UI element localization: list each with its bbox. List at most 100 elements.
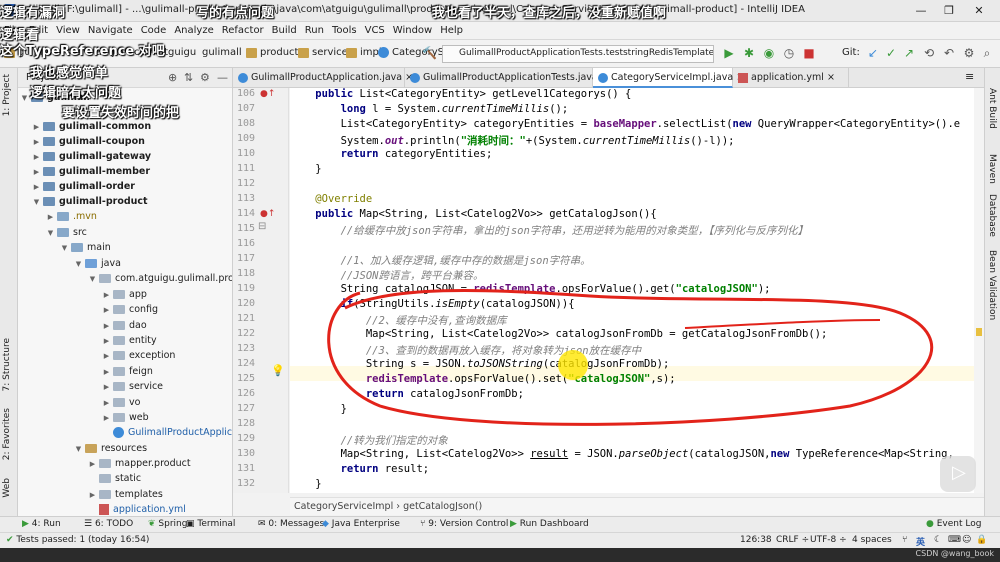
menu-view[interactable]: View (56, 25, 80, 36)
close-button[interactable]: ✕ (966, 3, 992, 19)
video-play-button[interactable]: ▷ (940, 456, 976, 492)
vcs-commit-icon[interactable]: ✓ (884, 46, 898, 60)
crumb-atguigu[interactable]: atguigu (158, 47, 196, 58)
crumb-gulimall[interactable]: gulimall (4, 47, 58, 58)
menu-vcs[interactable]: VCS (365, 25, 385, 36)
tree-item[interactable]: ▼ main (60, 240, 111, 255)
menu-tools[interactable]: Tools (332, 25, 357, 36)
coverage-icon[interactable]: ◉ (762, 46, 776, 60)
menu-help[interactable]: Help (440, 25, 463, 36)
locate-icon[interactable]: ⊕ (168, 71, 177, 84)
version-control-tool-button[interactable]: ⑂ 9: Version Control (420, 519, 508, 529)
settings-icon[interactable]: ⚙ (962, 46, 976, 60)
menu-edit[interactable]: Edit (29, 25, 48, 36)
run-configuration-select[interactable]: GulimallProductApplicationTests.teststri… (442, 45, 714, 63)
event-log-tool-button[interactable]: ● Event Log (926, 519, 981, 529)
crumb-product[interactable]: product (246, 47, 298, 58)
tree-item[interactable]: ▶ app (102, 287, 147, 302)
menu-refactor[interactable]: Refactor (222, 25, 264, 36)
tree-item[interactable]: ▶ config (102, 302, 158, 317)
cursor-position[interactable]: 126:38 (740, 535, 772, 545)
code-editor[interactable]: public List<CategoryEntity> getLevel1Cat… (290, 88, 984, 493)
java-enterprise-tool-button[interactable]: ◆ Java Enterprise (322, 519, 400, 529)
project-header-label[interactable]: Project (26, 72, 59, 83)
vcs-push-icon[interactable]: ↗ (902, 46, 916, 60)
tree-item[interactable]: application.yml (99, 502, 186, 516)
tree-item[interactable]: ▶ gulimall-gateway (32, 149, 151, 164)
hide-icon[interactable]: — (217, 71, 228, 84)
tree-item[interactable]: ▼ gulimall-product (32, 194, 148, 209)
tree-item[interactable]: static (99, 471, 141, 486)
run-icon[interactable]: ▶ (722, 46, 736, 60)
tree-item[interactable]: GulimallProductApplicati (113, 425, 232, 440)
database-tool-tab[interactable]: Database (987, 194, 997, 237)
editor-breadcrumb[interactable]: CategoryServiceImpl › getCatalogJson() (290, 497, 984, 515)
menu-analyze[interactable]: Analyze (174, 25, 213, 36)
tree-item[interactable]: ▼ src (46, 225, 87, 240)
tab-gulimall-product-application-tests[interactable]: GulimallProductApplicationTests.java × (405, 68, 609, 88)
tree-item[interactable]: ▶ vo (102, 395, 141, 410)
debug-icon[interactable]: ✱ (742, 46, 756, 60)
todo-tool-button[interactable]: ☰ 6: TODO (84, 519, 133, 529)
menu-window[interactable]: Window (393, 25, 432, 36)
tree-item[interactable]: ▶ mapper.product (88, 456, 191, 471)
undo-icon[interactable]: ↶ (942, 46, 956, 60)
crumb-main[interactable]: main (86, 47, 111, 58)
bean-validation-tool-tab[interactable]: Bean Validation (987, 250, 997, 320)
tab-gulimall-product-application[interactable]: GulimallProductApplication.java × (233, 68, 413, 88)
crumb-impl[interactable]: impl (346, 47, 382, 58)
tree-item[interactable]: ▼ resources (74, 441, 147, 456)
tab-category-service-impl[interactable]: CategoryServiceImpl.java × (593, 68, 744, 88)
tree-item[interactable]: ▶ entity (102, 333, 157, 348)
stop-icon[interactable]: ■ (802, 46, 816, 60)
tree-item[interactable]: ▶ gulimall-order (32, 179, 135, 194)
maximize-button[interactable]: ❐ (936, 3, 962, 19)
gear-icon[interactable]: ⚙ (200, 71, 210, 84)
run-dashboard-tool-button[interactable]: ▶ Run Dashboard (510, 519, 589, 529)
tree-item[interactable]: ▶ feign (102, 364, 153, 379)
menu-code[interactable]: Code (141, 25, 167, 36)
tree-item[interactable]: ▶ gulimall-coupon (32, 134, 145, 149)
tree-item[interactable]: ▶ web (102, 410, 149, 425)
ant-build-tool-tab[interactable]: Ant Build (987, 88, 997, 129)
menu-file[interactable]: File (4, 25, 21, 36)
favorites-tool-tab[interactable]: 2: Favorites (2, 408, 12, 460)
project-tool-tab[interactable]: 1: Project (2, 74, 12, 116)
tree-item[interactable]: ▶ templates (88, 487, 163, 502)
vcs-update-icon[interactable]: ↙ (866, 46, 880, 60)
web-tool-tab[interactable]: Web (2, 478, 12, 498)
tree-item[interactable]: ▼ gulimall (20, 90, 90, 105)
tree-item[interactable]: ▶ .mvn (46, 209, 97, 224)
spring-tool-button[interactable]: ❦ Spring (148, 519, 187, 529)
crumb-java[interactable]: java (112, 47, 133, 58)
crumb-src[interactable]: src (66, 47, 81, 58)
override-marker-icon[interactable]: ●↑ (260, 89, 275, 99)
tree-item[interactable]: ▼ java (74, 256, 121, 271)
editor-scrollbar[interactable] (974, 88, 984, 493)
git-status-icon[interactable]: ⑂ (902, 535, 907, 545)
lightbulb-icon[interactable]: 💡 (271, 364, 285, 377)
crumb-service[interactable]: service (298, 47, 348, 58)
tree-item[interactable]: ▶ gulimall-common (32, 119, 151, 134)
tree-item[interactable]: ▶ service (102, 379, 163, 394)
terminal-tool-button[interactable]: ▣ Terminal (186, 519, 235, 529)
menu-navigate[interactable]: Navigate (88, 25, 133, 36)
structure-tool-tab[interactable]: 7: Structure (2, 338, 12, 392)
history-icon[interactable]: ⟲ (922, 46, 936, 60)
tab-application-yml[interactable]: application.yml × (733, 68, 849, 88)
search-icon[interactable]: ⌕ (980, 46, 994, 60)
hammer-icon[interactable]: 🔨 (422, 46, 437, 60)
crumb-com[interactable]: com (134, 47, 155, 58)
minimize-button[interactable]: — (908, 3, 934, 19)
menu-run[interactable]: Run (305, 25, 324, 36)
tests-status[interactable]: ✔ Tests passed: 1 (today 16:54) (6, 535, 149, 545)
run-tool-button[interactable]: ▶ 4: Run (22, 519, 61, 529)
tab-list-icon[interactable]: ≡ (965, 70, 974, 83)
indent-setting[interactable]: 4 spaces (852, 535, 892, 545)
fold-marker-icon[interactable]: ⊟ (258, 221, 266, 232)
warning-marker[interactable] (976, 328, 982, 336)
tree-item[interactable]: ▶ exception (102, 348, 176, 363)
tree-item[interactable]: ▼ com.atguigu.gulimall.produ (88, 271, 232, 286)
line-separator[interactable]: CRLF ÷ (776, 535, 809, 545)
crumb-gulimall-pkg[interactable]: gulimall (202, 47, 242, 58)
